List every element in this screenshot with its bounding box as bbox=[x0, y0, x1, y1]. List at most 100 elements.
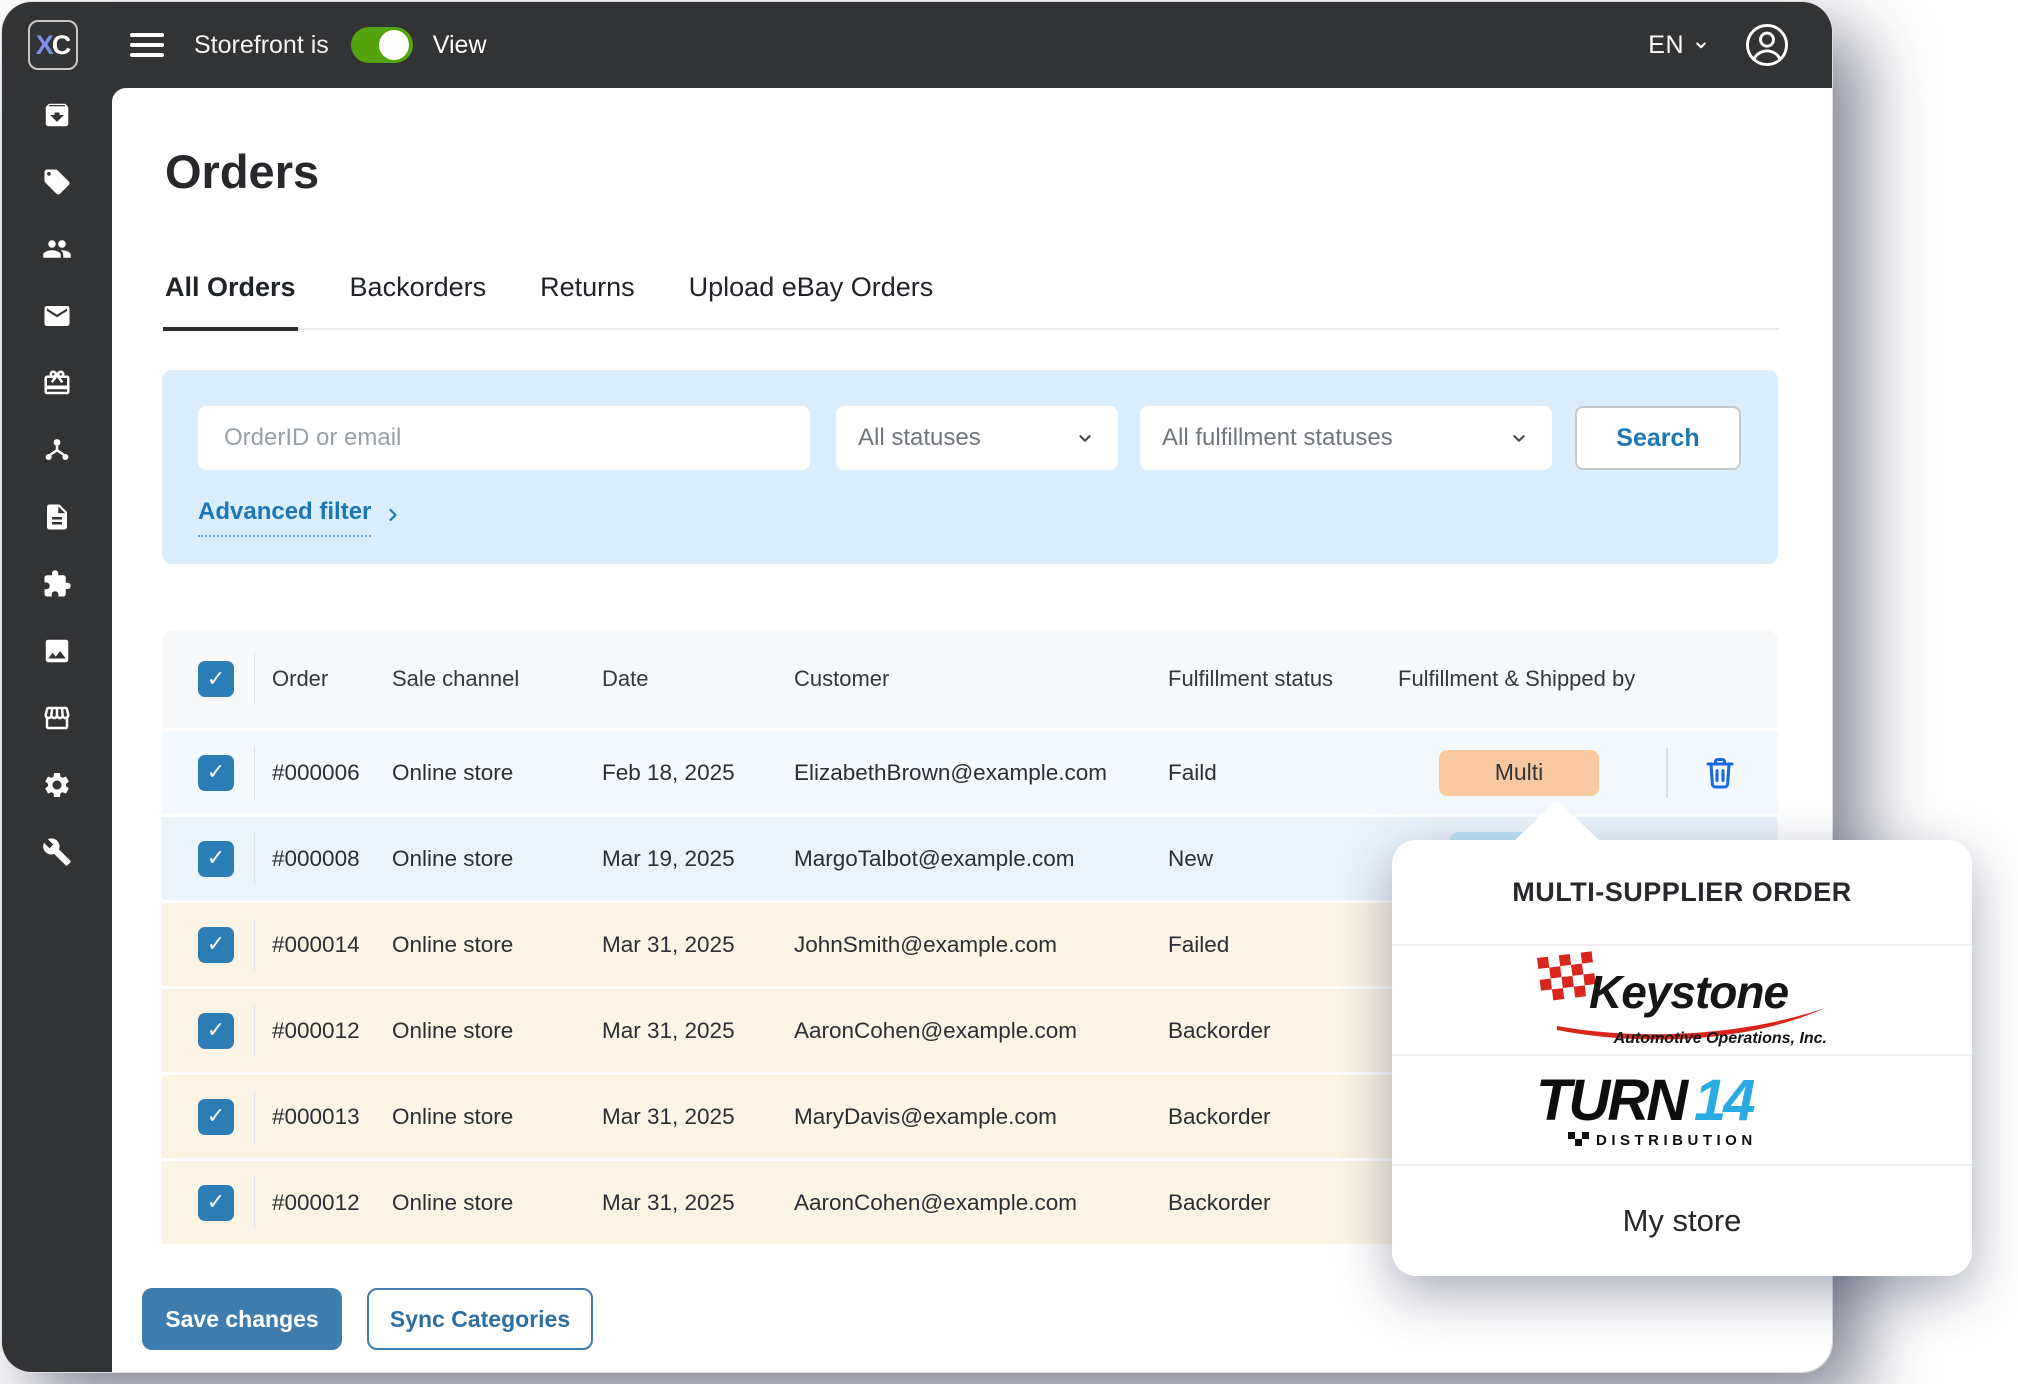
order-id: #000012 bbox=[272, 1189, 360, 1215]
customer-email: ElizabethBrown@example.com bbox=[794, 759, 1107, 785]
integrations-hub-icon[interactable] bbox=[37, 430, 77, 470]
order-id: #000008 bbox=[272, 845, 360, 871]
svg-text:DISTRIBUTION: DISTRIBUTION bbox=[1596, 1132, 1757, 1149]
row-checkbox[interactable]: ✓ bbox=[198, 754, 234, 791]
chevron-down-icon bbox=[1696, 42, 1706, 49]
topbar-right: EN bbox=[1648, 22, 1790, 68]
search-button[interactable]: Search bbox=[1575, 406, 1741, 470]
gift-certificates-icon[interactable] bbox=[37, 363, 77, 403]
toggle-knob bbox=[378, 30, 409, 60]
tabs-bar: All Orders Backorders Returns Upload eBay O… bbox=[163, 272, 1779, 331]
multi-supplier-popup: MULTI-SUPPLIER ORDER Keystone Automotive… bbox=[1392, 800, 1972, 1276]
supplier-keystone[interactable]: Keystone Automotive Operations, Inc. bbox=[1392, 946, 1972, 1056]
orders-archive-icon[interactable] bbox=[37, 95, 77, 135]
chevron-down-icon bbox=[1513, 435, 1525, 442]
divider bbox=[254, 1176, 255, 1229]
tab-backorders[interactable]: Backorders bbox=[348, 272, 489, 331]
table-row: ✓ #000006 Online store Feb 18, 2025 Eliz… bbox=[162, 728, 1778, 814]
row-checkbox[interactable]: ✓ bbox=[198, 840, 234, 877]
fulfillment-status: Faild bbox=[1168, 759, 1217, 785]
divider bbox=[254, 746, 255, 799]
fulfillment-select-value: All fulfillment statuses bbox=[1162, 424, 1393, 451]
sale-channel: Online store bbox=[392, 759, 514, 785]
storefront-icon[interactable] bbox=[37, 698, 77, 738]
divider bbox=[254, 832, 255, 885]
chevron-down-icon bbox=[1079, 435, 1091, 442]
col-sale-channel: Sale channel bbox=[392, 666, 520, 691]
app-logo: XC bbox=[28, 20, 78, 70]
svg-text:Automotive Operations, Inc.: Automotive Operations, Inc. bbox=[1613, 1030, 1827, 1047]
page-title: Orders bbox=[165, 145, 320, 198]
search-input[interactable] bbox=[198, 406, 810, 470]
col-fulfillment-status: Fulfillment status bbox=[1168, 666, 1334, 691]
customer-email: AaronCohen@example.com bbox=[794, 1017, 1077, 1043]
order-id: #000013 bbox=[272, 1103, 360, 1129]
tab-returns[interactable]: Returns bbox=[538, 272, 637, 331]
row-checkbox[interactable]: ✓ bbox=[198, 1012, 234, 1049]
order-date: Feb 18, 2025 bbox=[602, 759, 735, 785]
supplier-turn14[interactable]: TURN 14 DISTRIBUTION bbox=[1392, 1056, 1972, 1166]
advanced-filter-label: Advanced filter bbox=[198, 498, 372, 537]
advanced-filter-link[interactable]: Advanced filter bbox=[198, 498, 403, 537]
messages-icon[interactable] bbox=[37, 296, 77, 336]
tools-wrench-icon[interactable] bbox=[37, 832, 77, 872]
tab-upload-ebay-orders[interactable]: Upload eBay Orders bbox=[687, 272, 936, 331]
order-date: Mar 19, 2025 bbox=[602, 845, 735, 871]
table-header: ✓ Order Sale channel Date Customer Fulfi… bbox=[162, 630, 1778, 728]
svg-text:TURN: TURN bbox=[1536, 1068, 1689, 1133]
col-date: Date bbox=[602, 666, 649, 691]
customers-icon[interactable] bbox=[37, 229, 77, 269]
svg-text:14: 14 bbox=[1694, 1068, 1755, 1133]
fulfillment-status: Backorder bbox=[1168, 1103, 1271, 1129]
chevron-right-icon bbox=[389, 508, 397, 521]
footer-actions: Save changes Sync Categories bbox=[142, 1288, 593, 1350]
fulfillment-status: Backorder bbox=[1168, 1017, 1271, 1043]
fulfillment-status: New bbox=[1168, 845, 1214, 871]
save-changes-button[interactable]: Save changes bbox=[142, 1288, 342, 1350]
sale-channel: Online store bbox=[392, 1017, 514, 1043]
keystone-logo: Keystone Automotive Operations, Inc. bbox=[1537, 951, 1827, 1047]
row-checkbox[interactable]: ✓ bbox=[198, 1184, 234, 1221]
supplier-my-store[interactable]: My store bbox=[1392, 1166, 1972, 1276]
row-checkbox[interactable]: ✓ bbox=[198, 1098, 234, 1135]
status-select[interactable]: All statuses bbox=[836, 406, 1118, 470]
mini-checker bbox=[1568, 1132, 1589, 1146]
sale-channel: Online store bbox=[392, 845, 514, 871]
select-all-checkbox[interactable]: ✓ bbox=[198, 661, 234, 697]
divider bbox=[254, 1090, 255, 1143]
language-selector[interactable]: EN bbox=[1648, 31, 1710, 60]
trash-icon[interactable] bbox=[1698, 750, 1742, 796]
customer-email: MaryDavis@example.com bbox=[794, 1103, 1057, 1129]
multi-supplier-badge[interactable]: Multi bbox=[1439, 749, 1599, 796]
turn14-logo: TURN 14 DISTRIBUTION bbox=[1536, 1068, 1758, 1149]
addons-puzzle-icon[interactable] bbox=[37, 564, 77, 604]
hamburger-menu-icon[interactable] bbox=[130, 33, 164, 57]
fulfillment-select[interactable]: All fulfillment statuses bbox=[1140, 406, 1552, 470]
sale-channel: Online store bbox=[392, 1103, 514, 1129]
svg-text:Keystone: Keystone bbox=[1589, 966, 1788, 1018]
filter-panel: All statuses All fulfillment statuses Se… bbox=[162, 370, 1778, 564]
tab-all-orders[interactable]: All Orders bbox=[163, 272, 298, 331]
order-id: #000006 bbox=[272, 759, 360, 785]
row-checkbox[interactable]: ✓ bbox=[198, 926, 234, 963]
order-id: #000012 bbox=[272, 1017, 360, 1043]
media-images-icon[interactable] bbox=[37, 631, 77, 671]
language-code: EN bbox=[1648, 30, 1684, 59]
divider bbox=[254, 918, 255, 971]
product-tag-icon[interactable] bbox=[37, 162, 77, 202]
checkered-flag bbox=[1537, 951, 1596, 1001]
profile-icon[interactable] bbox=[1744, 22, 1790, 68]
order-date: Mar 31, 2025 bbox=[602, 1017, 735, 1043]
my-store-label: My store bbox=[1622, 1203, 1742, 1238]
col-order: Order bbox=[272, 666, 329, 691]
sync-categories-button[interactable]: Sync Categories bbox=[367, 1288, 593, 1350]
pages-icon[interactable] bbox=[37, 497, 77, 537]
view-link[interactable]: View bbox=[433, 31, 487, 60]
settings-gear-icon[interactable] bbox=[37, 765, 77, 805]
col-customer: Customer bbox=[794, 666, 890, 691]
storefront-toggle[interactable] bbox=[350, 27, 413, 63]
customer-email: JohnSmith@example.com bbox=[794, 931, 1057, 957]
order-id: #000014 bbox=[272, 931, 360, 957]
sale-channel: Online store bbox=[392, 1189, 514, 1215]
sidebar bbox=[2, 88, 112, 1372]
